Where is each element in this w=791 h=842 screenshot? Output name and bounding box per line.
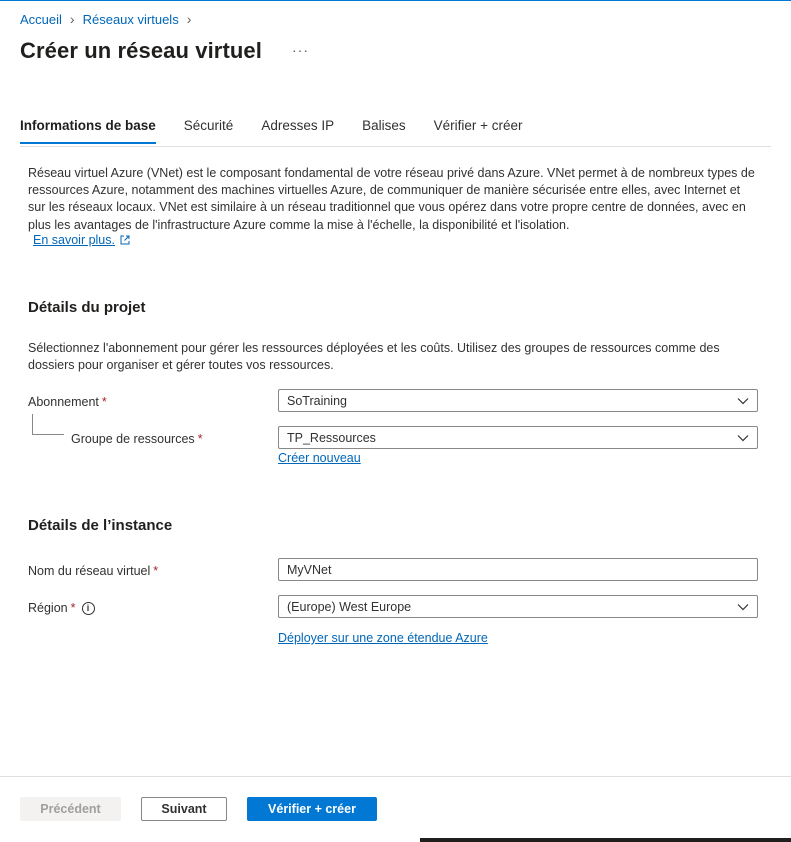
resource-group-label-text: Groupe de ressources <box>71 432 195 446</box>
tree-connector <box>32 434 64 435</box>
project-details-title: Détails du projet <box>28 299 146 316</box>
tab-ip-addresses[interactable]: Adresses IP <box>261 118 334 144</box>
subscription-label-text: Abonnement <box>28 395 99 409</box>
resource-group-label: Groupe de ressources * <box>71 432 203 446</box>
vnet-name-value: MyVNet <box>287 562 332 577</box>
tab-bar: Informations de base Sécurité Adresses I… <box>20 118 551 144</box>
review-create-button[interactable]: Vérifier + créer <box>247 797 377 821</box>
region-label-text: Région <box>28 601 68 615</box>
intro-text: Réseau virtuel Azure (VNet) est le compo… <box>28 166 755 232</box>
previous-button[interactable]: Précédent <box>20 797 121 821</box>
chevron-right-icon: › <box>186 11 192 27</box>
resource-group-select[interactable]: TP_Ressources <box>278 426 758 449</box>
chevron-down-icon <box>737 398 749 405</box>
next-button[interactable]: Suivant <box>141 797 227 821</box>
region-label: Région * i <box>28 601 95 615</box>
top-accent-line <box>0 0 791 1</box>
breadcrumb-home-link[interactable]: Accueil <box>20 12 62 27</box>
region-value: (Europe) West Europe <box>287 599 412 614</box>
external-link-icon <box>120 235 130 245</box>
tab-basics[interactable]: Informations de base <box>20 118 156 144</box>
chevron-down-icon <box>737 604 749 611</box>
tab-review-create[interactable]: Vérifier + créer <box>434 118 523 144</box>
subscription-select[interactable]: SoTraining <box>278 389 758 412</box>
taskbar-edge <box>420 838 791 842</box>
required-asterisk: * <box>153 564 159 578</box>
info-icon[interactable]: i <box>81 601 95 615</box>
deploy-edge-zone-link[interactable]: Déployer sur une zone étendue Azure <box>278 631 488 645</box>
create-new-resource-group-link[interactable]: Créer nouveau <box>278 451 361 465</box>
more-options-icon[interactable]: ··· <box>292 42 309 58</box>
required-asterisk: * <box>197 432 203 446</box>
vnet-name-input[interactable]: MyVNet <box>278 558 758 581</box>
resource-group-value: TP_Ressources <box>287 430 376 445</box>
instance-details-title: Détails de l’instance <box>28 517 173 534</box>
project-details-description: Sélectionnez l'abonnement pour gérer les… <box>28 341 720 373</box>
tab-security[interactable]: Sécurité <box>184 118 234 144</box>
footer-divider <box>0 776 791 777</box>
chevron-down-icon <box>737 435 749 442</box>
vnet-name-label: Nom du réseau virtuel * <box>28 564 158 578</box>
breadcrumb-vnets-link[interactable]: Réseaux virtuels <box>83 12 179 27</box>
learn-more-link[interactable]: En savoir plus. <box>33 233 130 247</box>
learn-more-label: En savoir plus. <box>33 233 115 247</box>
region-select[interactable]: (Europe) West Europe <box>278 595 758 618</box>
breadcrumb: Accueil › Réseaux virtuels › <box>20 11 199 27</box>
required-asterisk: * <box>101 395 107 409</box>
chevron-right-icon: › <box>69 11 75 27</box>
tab-divider <box>20 146 771 147</box>
subscription-value: SoTraining <box>287 393 347 408</box>
page-title: Créer un réseau virtuel <box>20 38 262 63</box>
subscription-label: Abonnement * <box>28 395 107 409</box>
required-asterisk: * <box>70 601 76 615</box>
tab-tags[interactable]: Balises <box>362 118 406 144</box>
vnet-name-label-text: Nom du réseau virtuel <box>28 564 151 578</box>
tree-connector <box>32 414 33 434</box>
